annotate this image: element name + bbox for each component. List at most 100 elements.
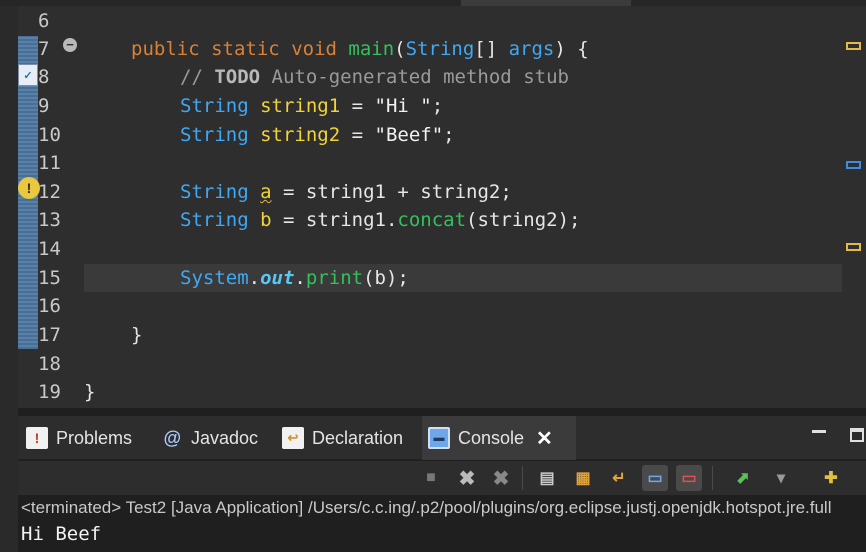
code-token: ; xyxy=(443,124,455,146)
remove-launch-icon[interactable]: ✖ xyxy=(454,465,480,491)
code-token: string2 xyxy=(477,209,558,231)
tab-label: Javadoc xyxy=(191,427,259,448)
pin-console-icon[interactable]: ⬈ xyxy=(730,465,756,491)
overview-task-marker[interactable] xyxy=(846,42,861,50)
code-token: b xyxy=(374,267,386,289)
code-token: // xyxy=(180,66,215,88)
line-number: 11 xyxy=(38,152,61,174)
code-token: "Beef" xyxy=(374,124,444,146)
close-icon[interactable]: ✕ xyxy=(536,426,553,451)
display-console-icon[interactable]: ▾ xyxy=(768,465,794,491)
editor-tab-strip xyxy=(0,0,866,6)
terminate-icon[interactable]: ■ xyxy=(418,465,444,491)
code-token: . xyxy=(248,267,261,289)
show-on-stdout-icon[interactable]: ▭ xyxy=(642,465,668,491)
remove-all-terminated-icon[interactable]: ✖ xyxy=(488,465,514,491)
word-wrap-icon[interactable]: ↵ xyxy=(606,465,632,491)
code-token: print xyxy=(305,267,364,289)
panel-left-strip xyxy=(0,408,18,552)
code-token: public xyxy=(131,38,200,60)
declaration-icon: ↩ xyxy=(282,427,304,449)
code-line-13: String b = string1.concat(string2); xyxy=(180,206,580,234)
code-token: ); xyxy=(557,209,581,231)
line-number: 16 xyxy=(38,295,61,317)
tab-label: Problems xyxy=(56,427,133,448)
overview-ruler[interactable] xyxy=(842,6,866,408)
code-token: string1 xyxy=(305,209,386,231)
code-line-8: // TODO Auto-generated method stub xyxy=(180,63,569,91)
code-token: b xyxy=(260,209,272,231)
code-editor[interactable]: 6 7 8 9 10 11 12 13 14 15 16 17 18 19 − … xyxy=(0,0,866,408)
code-token: = xyxy=(271,181,306,203)
code-token: = xyxy=(340,95,375,117)
code-token: Auto-generated method stub xyxy=(260,66,569,88)
console-output[interactable]: Hi Beef xyxy=(18,520,866,548)
code-token: "Hi " xyxy=(374,95,432,117)
code-line-17: } xyxy=(131,321,142,349)
code-token: . xyxy=(385,209,398,231)
line-number: 14 xyxy=(38,238,61,260)
code-token: = xyxy=(340,124,375,146)
code-token: TODO xyxy=(214,66,261,88)
code-token: } xyxy=(131,324,143,346)
code-token: string1 xyxy=(305,181,386,203)
code-token: String xyxy=(405,38,475,60)
overview-warning-marker[interactable] xyxy=(846,243,861,251)
line-number: 17 xyxy=(38,324,61,346)
code-token: String xyxy=(180,181,249,203)
task-icon[interactable]: ✓ xyxy=(18,64,38,86)
code-line-12: String a = string1 + string2; xyxy=(180,178,512,206)
console-toolbar: ■ ✖ ✖ ▤ ▦ ↵ ▭ ▭ ⬈ ▾ ✚ xyxy=(18,461,866,495)
line-number: 13 xyxy=(38,209,61,231)
code-line-7: public static void main(String[] args) { xyxy=(131,35,589,63)
code-line-15: System.out.print(b); xyxy=(180,264,409,292)
code-token: ( xyxy=(466,209,478,231)
code-token: ); xyxy=(385,267,409,289)
warning-icon[interactable]: ! xyxy=(18,177,40,199)
code-token: a xyxy=(260,181,272,203)
line-number: 18 xyxy=(38,353,61,375)
code-token: String xyxy=(180,209,249,231)
show-on-stderr-icon[interactable]: ▭ xyxy=(676,465,702,491)
javadoc-icon: @ xyxy=(163,427,181,448)
tab-javadoc[interactable]: @ Javadoc xyxy=(155,416,264,460)
code-line-9: String string1 = "Hi "; xyxy=(180,92,443,120)
line-number: 12 xyxy=(38,181,61,203)
line-number: 15 xyxy=(38,267,61,289)
code-token: [] xyxy=(474,38,509,60)
code-token: string1 xyxy=(260,95,341,117)
toolbar-separator xyxy=(522,466,523,490)
code-token: System xyxy=(180,267,249,289)
code-token: static xyxy=(211,38,280,60)
bottom-panel: ! Problems @ Javadoc ↩ Declaration ▬ Con… xyxy=(0,408,866,552)
minimize-icon[interactable] xyxy=(812,430,826,433)
code-token: ( xyxy=(363,267,375,289)
panel-tab-bar: ! Problems @ Javadoc ↩ Declaration ▬ Con… xyxy=(18,416,866,460)
code-token: ; xyxy=(431,95,444,117)
tab-console[interactable]: ▬ Console ✕ xyxy=(422,416,576,460)
code-token: + xyxy=(385,181,421,203)
tab-label: Console xyxy=(458,427,525,448)
maximize-icon[interactable] xyxy=(850,428,864,442)
code-token: ; xyxy=(500,181,512,203)
open-console-icon[interactable]: ✚ xyxy=(818,465,844,491)
clear-console-icon[interactable]: ▤ xyxy=(534,465,560,491)
code-token: ) { xyxy=(554,38,589,60)
line-number: 6 xyxy=(38,10,50,32)
tab-label: Declaration xyxy=(312,427,404,448)
collapse-method-icon[interactable]: − xyxy=(63,38,77,52)
code-token: string2 xyxy=(260,124,341,146)
code-token: } xyxy=(84,381,96,403)
tab-declaration[interactable]: ↩ Declaration xyxy=(276,416,409,460)
line-number: 8 xyxy=(38,66,50,88)
tab-problems[interactable]: ! Problems xyxy=(20,416,138,460)
code-token: main xyxy=(348,38,395,60)
editor-left-margin xyxy=(0,6,18,408)
console-icon: ▬ xyxy=(428,427,450,449)
scroll-lock-icon[interactable]: ▦ xyxy=(570,465,596,491)
console-status-line: <terminated> Test2 [Java Application] /U… xyxy=(21,498,832,517)
overview-occurrence-marker[interactable] xyxy=(846,161,861,169)
editor-tab-hint xyxy=(461,0,631,6)
code-token: void xyxy=(291,38,337,60)
code-line-19: } xyxy=(84,378,95,406)
